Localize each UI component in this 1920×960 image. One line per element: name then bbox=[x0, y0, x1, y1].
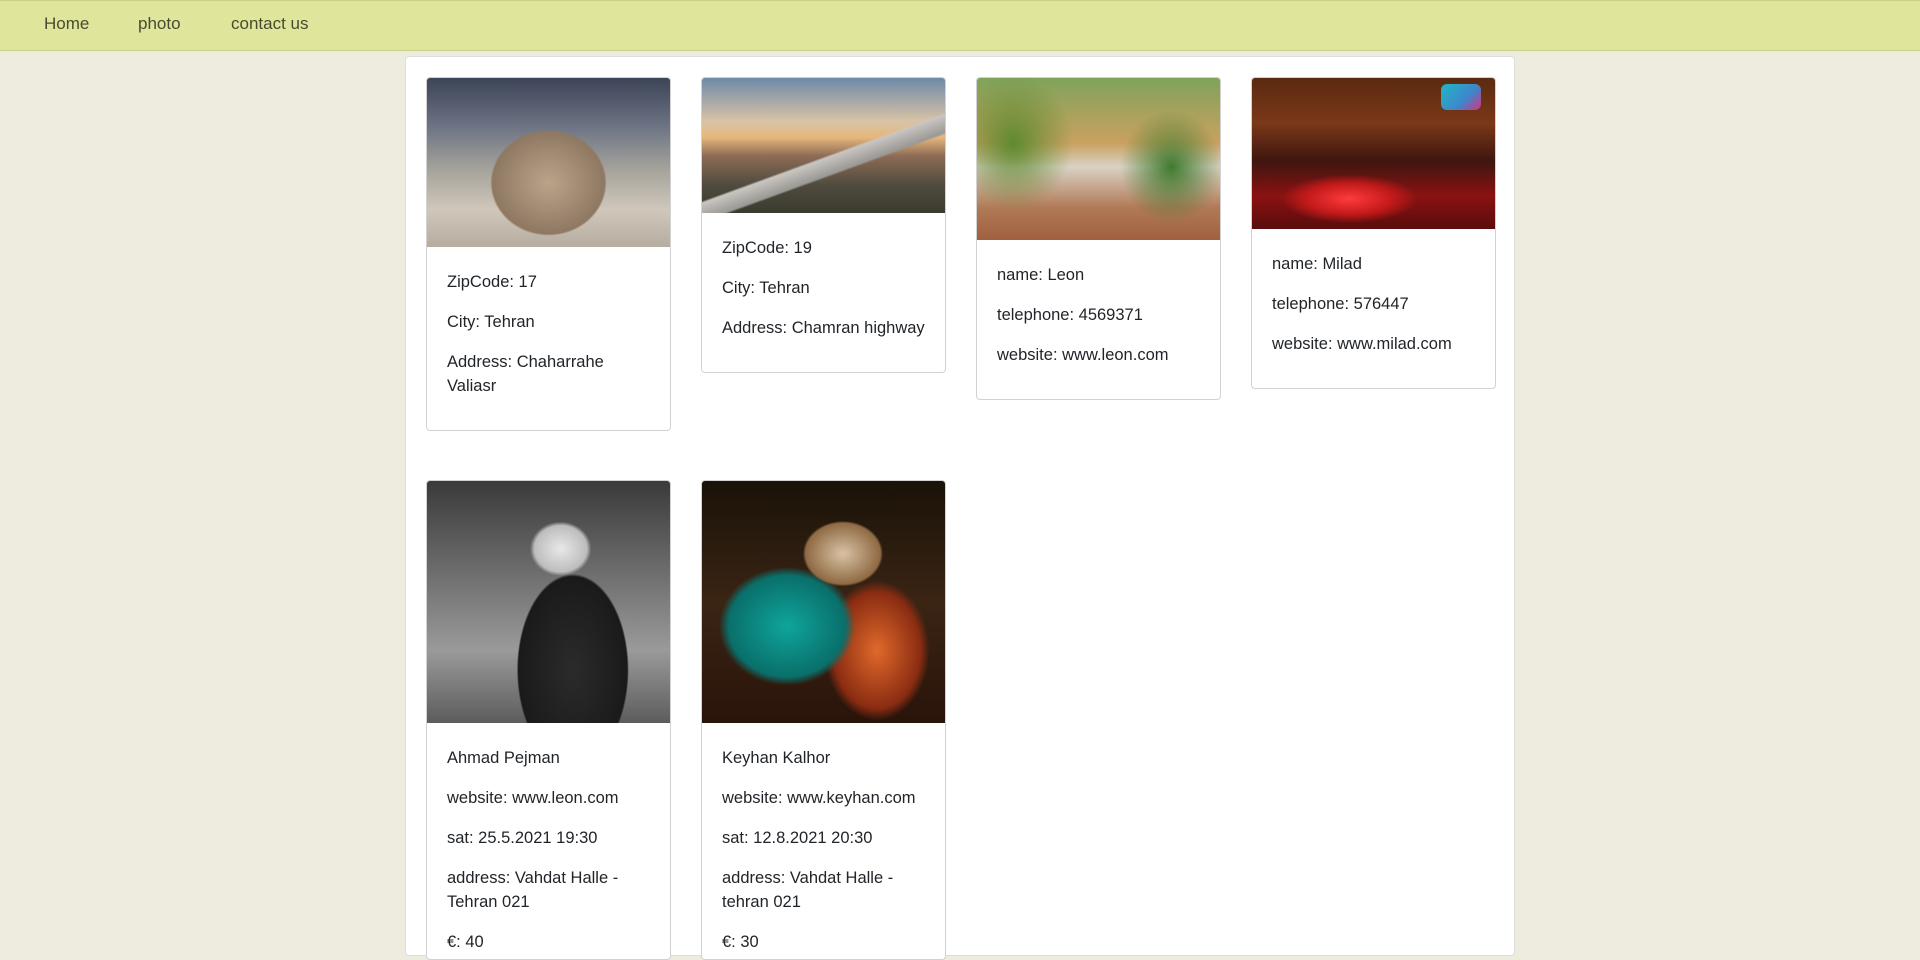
nav-photo-link[interactable]: photo bbox=[138, 14, 181, 34]
nav-contact-link[interactable]: contact us bbox=[231, 14, 309, 34]
card-artist: Ahmad Pejman bbox=[447, 749, 560, 767]
card-address: address: Vahdat Halle - tehran 021 bbox=[722, 869, 894, 911]
restaurant-logo-icon bbox=[1441, 84, 1481, 110]
card-address: Address: Chaharrahe Valiasr bbox=[447, 353, 604, 395]
place-card: ZipCode: 19 City: Tehran Address: Chamra… bbox=[701, 77, 946, 373]
cards-container: ZipCode: 17 City: Tehran Address: Chahar… bbox=[405, 56, 1515, 960]
ahmad-pejman-image bbox=[427, 481, 670, 723]
card-artist: Keyhan Kalhor bbox=[722, 749, 831, 767]
concert-card: Ahmad Pejman website: www.leon.com sat: … bbox=[426, 480, 671, 960]
card-telephone: telephone: 4569371 bbox=[997, 306, 1143, 324]
card-body: name: Milad telephone: 576447 website: w… bbox=[1252, 229, 1495, 356]
card-city: City: Tehran bbox=[722, 279, 810, 297]
card-website: website: www.leon.com bbox=[997, 346, 1169, 364]
card-city: City: Tehran bbox=[447, 313, 535, 331]
card-date: sat: 12.8.2021 20:30 bbox=[722, 829, 873, 847]
theater-image bbox=[427, 78, 670, 247]
venue-card: name: Milad telephone: 576447 website: w… bbox=[1251, 77, 1496, 389]
leon-cafe-image bbox=[977, 78, 1220, 240]
card-telephone: telephone: 576447 bbox=[1272, 295, 1409, 313]
card-address: Address: Chamran highway bbox=[722, 319, 925, 337]
concert-card: Keyhan Kalhor website: www.keyhan.com sa… bbox=[701, 480, 946, 960]
place-card: ZipCode: 17 City: Tehran Address: Chahar… bbox=[426, 77, 671, 431]
card-website: website: www.milad.com bbox=[1272, 335, 1452, 353]
card-date: sat: 25.5.2021 19:30 bbox=[447, 829, 598, 847]
card-zipcode: ZipCode: 19 bbox=[722, 239, 812, 257]
milad-restaurant-image bbox=[1252, 78, 1495, 229]
venue-card: name: Leon telephone: 4569371 website: w… bbox=[976, 77, 1221, 400]
keyhan-kalhor-image bbox=[702, 481, 945, 723]
nav-home-link[interactable]: Home bbox=[44, 14, 89, 34]
card-body: name: Leon telephone: 4569371 website: w… bbox=[977, 240, 1220, 367]
card-name: name: Leon bbox=[997, 266, 1085, 284]
top-navbar: Home photo contact us bbox=[0, 0, 1920, 51]
card-body: Keyhan Kalhor website: www.keyhan.com sa… bbox=[702, 723, 945, 954]
card-website: website: www.leon.com bbox=[447, 789, 619, 807]
card-address: address: Vahdat Halle - Tehran 021 bbox=[447, 869, 619, 911]
card-price: €: 30 bbox=[722, 933, 759, 951]
card-website: website: www.keyhan.com bbox=[722, 789, 916, 807]
card-body: ZipCode: 19 City: Tehran Address: Chamra… bbox=[702, 213, 945, 340]
card-name: name: Milad bbox=[1272, 255, 1362, 273]
bridge-image bbox=[702, 78, 945, 213]
card-price: €: 40 bbox=[447, 933, 484, 951]
card-zipcode: ZipCode: 17 bbox=[447, 273, 537, 291]
card-body: Ahmad Pejman website: www.leon.com sat: … bbox=[427, 723, 670, 954]
card-body: ZipCode: 17 City: Tehran Address: Chahar… bbox=[427, 247, 670, 398]
